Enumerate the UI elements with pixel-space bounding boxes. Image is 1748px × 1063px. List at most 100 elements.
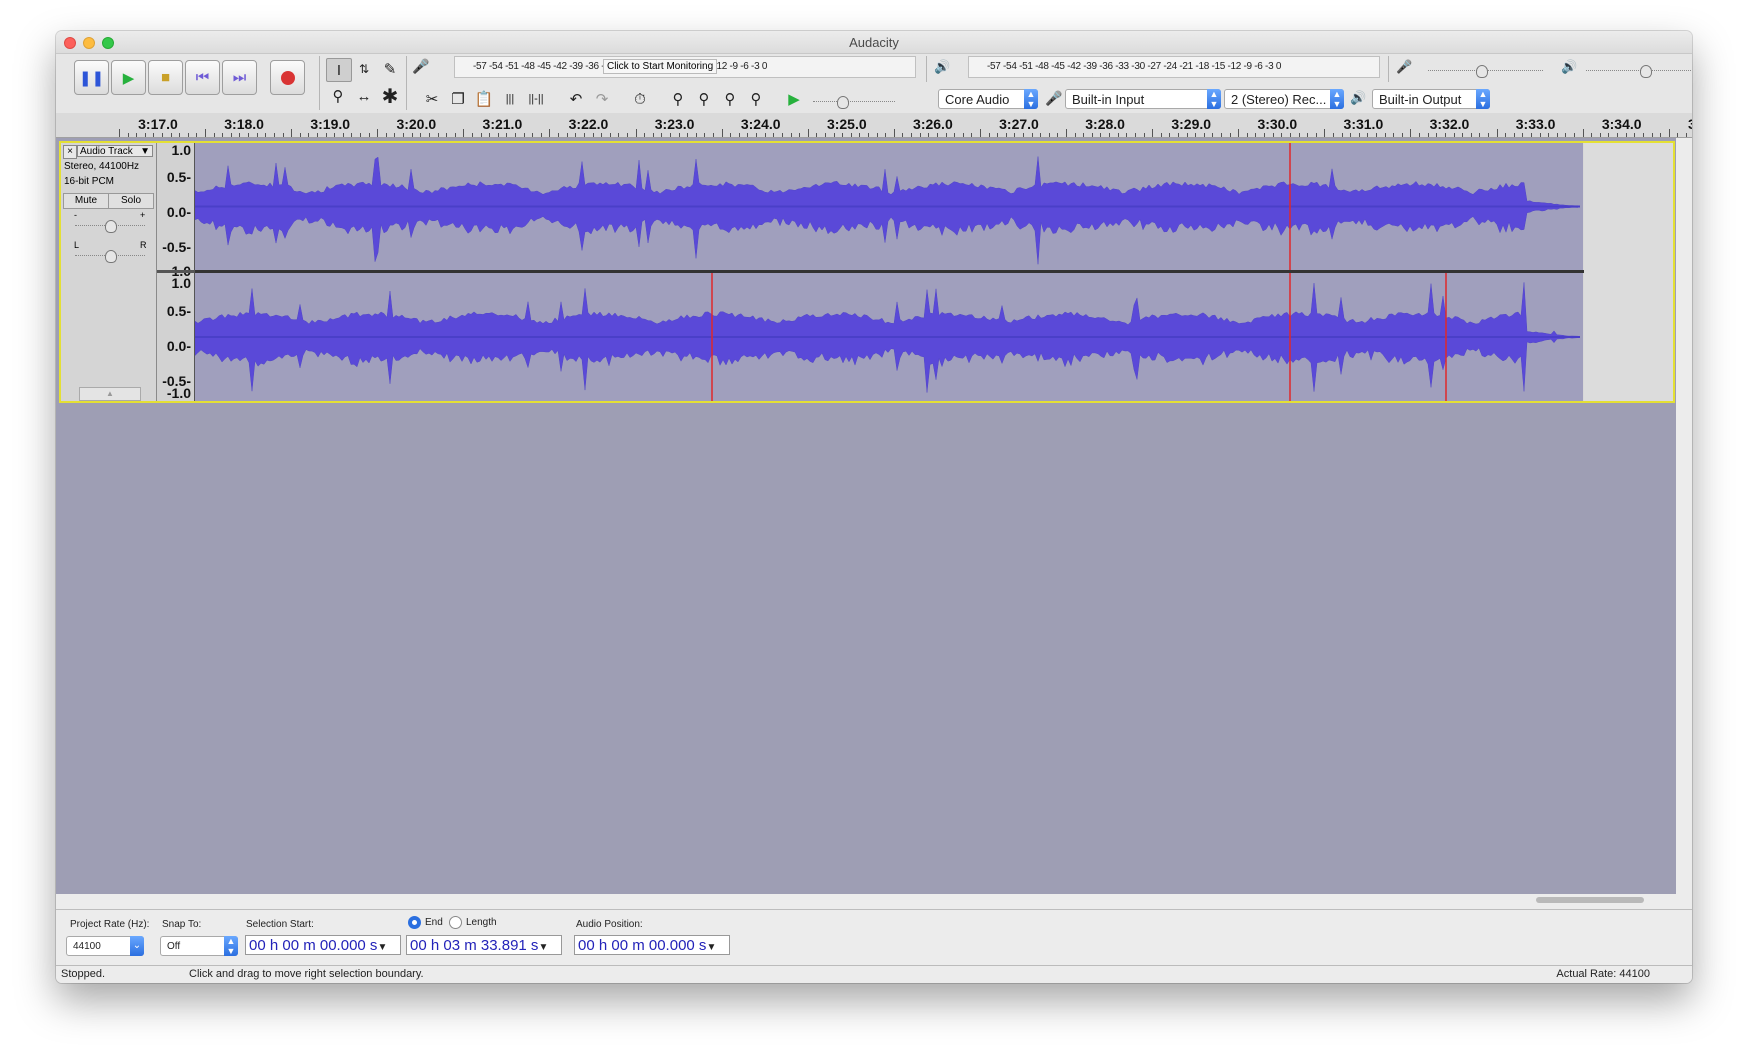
play-meter[interactable]: -57 -54 -51 -48 -45 -42 -39 -36 -33 -30 … xyxy=(968,56,1380,78)
play-meter-speaker-icon[interactable]: 🔊 xyxy=(934,59,950,75)
selection-end-field[interactable]: 00 h 03 m 33.891 s▼ xyxy=(406,935,562,955)
ruler-tick xyxy=(1005,133,1007,137)
ruler-tick xyxy=(1272,133,1274,137)
record-meter-mic-icon[interactable]: 🎤 xyxy=(412,58,429,75)
trim-button[interactable]: ||| xyxy=(498,88,522,110)
ruler-tick xyxy=(1556,133,1558,137)
collapse-track-button[interactable]: ▲ xyxy=(79,387,141,401)
ibeam-icon: I xyxy=(336,61,342,79)
waveform-left-channel[interactable] xyxy=(195,143,1583,270)
stop-button[interactable]: ■ xyxy=(148,60,183,95)
skip-end-button[interactable]: ⏭ xyxy=(222,60,257,95)
zoom-out-button[interactable]: ⚲ xyxy=(692,88,716,110)
ruler-tick xyxy=(618,133,620,137)
status-actual-rate: Actual Rate: 44100 xyxy=(1556,968,1650,980)
timeline-ruler[interactable]: 3:17.0 3:18.0 3:19.0 3:20.0 3:21.0 3:22.0 3:23… xyxy=(56,113,1692,138)
time-shift-tool[interactable]: ↔ xyxy=(352,85,376,107)
ruler-tick xyxy=(179,133,181,137)
play-button[interactable]: ▶ xyxy=(111,60,146,95)
track-close-button[interactable]: × xyxy=(63,145,77,159)
play-speed-slider[interactable] xyxy=(813,96,895,109)
silence-icon: ||-|| xyxy=(528,93,544,105)
ruler-tick xyxy=(816,133,818,137)
mute-button[interactable]: Mute xyxy=(63,193,109,209)
ruler-tick xyxy=(1281,133,1283,137)
ruler-label: 3:32.0 xyxy=(1429,116,1470,132)
record-button[interactable] xyxy=(270,60,305,95)
end-radio[interactable] xyxy=(408,916,421,929)
ruler-tick xyxy=(1152,129,1154,137)
selection-tool[interactable]: I xyxy=(326,58,352,82)
ruler-tick xyxy=(532,133,534,137)
length-radio[interactable] xyxy=(449,916,462,929)
audio-position-field[interactable]: 00 h 00 m 00.000 s▼ xyxy=(574,935,730,955)
gain-slider[interactable] xyxy=(75,220,145,233)
ruler-label: 3:35.0 xyxy=(1687,116,1692,132)
ruler-tick xyxy=(738,133,740,137)
horizontal-scrollbar-thumb[interactable] xyxy=(1536,897,1644,903)
input-channels-select[interactable]: 2 (Stereo) Rec... ▲ ▼ xyxy=(1224,89,1344,109)
cut-button[interactable]: ✂ xyxy=(420,88,444,110)
fit-project-button[interactable]: ⚲ xyxy=(744,88,768,110)
output-volume-slider[interactable] xyxy=(1586,65,1692,78)
status-hint: Click and drag to move right selection b… xyxy=(189,968,424,980)
play-at-speed-button[interactable]: ▶ xyxy=(782,88,806,110)
ruler-tick xyxy=(1126,133,1128,137)
silence-button[interactable]: ||-|| xyxy=(524,88,548,110)
track-area[interactable]: × Audio Track ▼ Stereo, 44100Hz 16-bit PC… xyxy=(56,138,1676,894)
audio-track[interactable]: × Audio Track ▼ Stereo, 44100Hz 16-bit PC… xyxy=(59,141,1675,403)
redo-button[interactable]: ↷ xyxy=(590,88,614,110)
record-meter[interactable]: -57 -54 -51 -48 -45 -42 -39 -36 -33 -30 … xyxy=(454,56,916,78)
ruler-tick xyxy=(1574,133,1576,137)
ruler-tick xyxy=(1444,133,1446,137)
output-device-select[interactable]: Built-in Output ▲ ▼ xyxy=(1372,89,1490,109)
envelope-tool[interactable]: ⇅ xyxy=(352,58,376,80)
ruler-tick xyxy=(437,133,439,137)
redo-icon: ↷ xyxy=(595,91,609,108)
vertical-scale[interactable]: 1.0 0.5- 0.0- -0.5- -1.0 1.0 0.5- 0.0- -… xyxy=(157,142,195,401)
track-menu-button[interactable]: Audio Track ▼ xyxy=(77,145,153,157)
ruler-tick xyxy=(480,133,482,137)
selection-start-field[interactable]: 00 h 00 m 00.000 s▼ xyxy=(245,935,401,955)
snap-to-select[interactable]: Off ▲ ▼ xyxy=(160,936,238,956)
ruler-tick xyxy=(669,133,671,137)
project-rate-select[interactable]: 44100 ⌄ xyxy=(66,936,144,956)
ruler-tick xyxy=(721,129,723,137)
zoom-in-button[interactable]: ⚲ xyxy=(666,88,690,110)
snap-to-label: Snap To: xyxy=(162,919,202,930)
input-device-mic-icon: 🎤 xyxy=(1045,90,1063,106)
ruler-tick xyxy=(730,133,732,137)
audio-host-select[interactable]: Core Audio ▲ ▼ xyxy=(938,89,1038,109)
solo-button[interactable]: Solo xyxy=(108,193,154,209)
pause-icon: ❚❚ xyxy=(78,69,105,87)
length-radio-label: Length xyxy=(466,917,497,928)
ruler-label: 3:33.0 xyxy=(1515,116,1556,132)
ruler-tick xyxy=(282,133,284,137)
pan-slider[interactable] xyxy=(75,250,145,263)
draw-tool[interactable]: ✎ xyxy=(378,58,402,80)
scale-label-top-4: -0.5- xyxy=(162,239,191,255)
chevron-down-icon: ▼ xyxy=(140,146,150,157)
waveform-right-channel[interactable] xyxy=(195,273,1583,401)
ruler-tick xyxy=(446,133,448,137)
multi-tool[interactable]: ✱ xyxy=(378,85,402,108)
pause-button[interactable]: ❚❚ xyxy=(74,60,109,95)
ruler-tick xyxy=(411,133,413,137)
ruler-tick xyxy=(756,133,758,137)
gain-minus-label: - xyxy=(74,210,77,220)
copy-button[interactable]: ❐ xyxy=(446,88,470,110)
skip-start-button[interactable]: ⏮ xyxy=(185,60,220,95)
ruler-tick xyxy=(377,129,379,137)
ruler-label: 3:31.0 xyxy=(1343,116,1384,132)
paste-button[interactable]: 📋 xyxy=(472,88,496,110)
input-device-select[interactable]: Built-in Input ▲ ▼ xyxy=(1065,89,1221,109)
undo-button[interactable]: ↶ xyxy=(564,88,588,110)
input-volume-slider[interactable] xyxy=(1428,65,1543,78)
track-control-panel: × Audio Track ▼ Stereo, 44100Hz 16-bit PC… xyxy=(61,143,157,401)
ruler-tick xyxy=(127,133,129,137)
sync-lock-button[interactable]: ⏱ xyxy=(628,88,652,110)
ruler-tick xyxy=(799,133,801,137)
zoom-tool[interactable]: ⚲ xyxy=(326,85,350,107)
fit-selection-button[interactable]: ⚲ xyxy=(718,88,742,110)
ruler-label: 3:17.0 xyxy=(138,116,178,132)
